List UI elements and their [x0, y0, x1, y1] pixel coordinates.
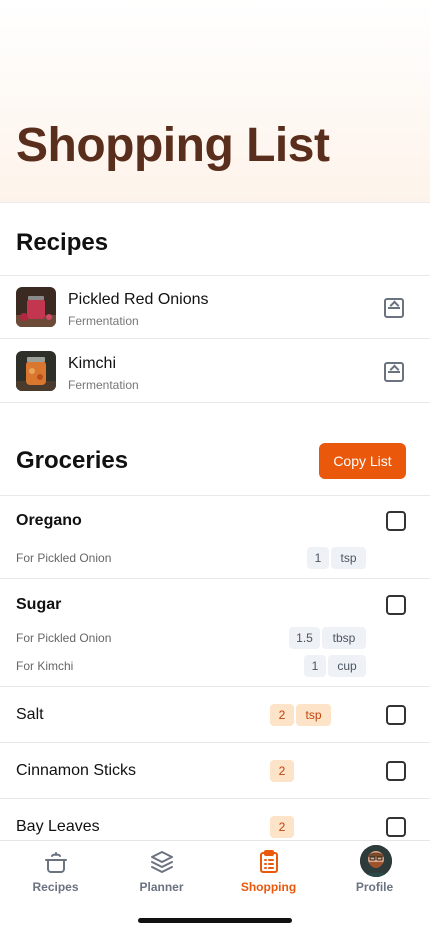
grocery-item-name: Sugar [16, 596, 62, 613]
grocery-checkbox[interactable] [386, 705, 406, 725]
recipes-section-title: Recipes [16, 229, 109, 256]
recipe-category: Fermentation [68, 314, 139, 328]
quantity-badge: 2 [270, 760, 294, 782]
grocery-item-name: Oregano [16, 512, 82, 529]
layers-icon [151, 851, 173, 873]
recipe-thumbnail [16, 351, 56, 391]
divider [0, 495, 430, 496]
quantity-badge: 1 [304, 655, 326, 677]
groceries-section-title: Groceries [16, 447, 129, 474]
quantity-badge: 1.5 [289, 627, 320, 649]
grocery-checkbox[interactable] [386, 817, 406, 837]
unit-badge: tsp [331, 547, 366, 569]
collapse-recipe-icon[interactable] [384, 298, 404, 318]
grocery-item-name: Bay Leaves [16, 818, 100, 835]
unit-badge: cup [328, 655, 366, 677]
tab-shopping[interactable]: Shopping [215, 841, 322, 901]
divider [0, 742, 430, 743]
tab-profile[interactable]: Profile [321, 841, 428, 901]
clipboard-list-icon [260, 850, 278, 873]
recipe-name: Pickled Red Onions [68, 291, 209, 308]
unit-badge: tsp [296, 704, 331, 726]
tab-recipes[interactable]: Recipes [2, 841, 109, 901]
page-title: Shopping List [16, 119, 330, 172]
quantity-badge: 1 [307, 547, 329, 569]
recipe-category: Fermentation [68, 378, 139, 392]
page-header: Shopping List [0, 0, 430, 203]
quantity-badge: 2 [270, 704, 294, 726]
grocery-item-name: Cinnamon Sticks [16, 762, 137, 779]
collapse-recipe-icon[interactable] [384, 362, 404, 382]
quantity-badge: 2 [270, 816, 294, 838]
tab-label: Planner [139, 880, 184, 894]
avatar [360, 845, 392, 877]
recipe-row-pickled-red-onions[interactable]: Pickled Red Onions Fermentation [0, 276, 430, 339]
grocery-item-name: Salt [16, 706, 44, 723]
grocery-checkbox[interactable] [386, 595, 406, 615]
recipe-thumbnail [16, 287, 56, 327]
tab-label: Profile [355, 880, 394, 894]
grocery-use-label: For Pickled Onion [16, 551, 112, 565]
divider [0, 578, 430, 579]
unit-badge: tbsp [322, 627, 366, 649]
tab-label: Shopping [240, 880, 297, 894]
pot-icon [45, 852, 67, 873]
grocery-use-label: For Pickled Onion [16, 631, 112, 645]
divider [0, 798, 430, 799]
copy-list-button[interactable]: Copy List [319, 443, 406, 479]
divider [0, 338, 430, 339]
tab-label: Recipes [32, 880, 79, 894]
grocery-checkbox[interactable] [386, 511, 406, 531]
divider [0, 402, 430, 403]
home-indicator [138, 918, 292, 923]
recipe-name: Kimchi [68, 355, 117, 372]
recipe-row-kimchi[interactable]: Kimchi Fermentation [0, 340, 430, 403]
tab-planner[interactable]: Planner [108, 841, 215, 901]
divider [0, 686, 430, 687]
grocery-use-label: For Kimchi [16, 659, 74, 673]
grocery-checkbox[interactable] [386, 761, 406, 781]
